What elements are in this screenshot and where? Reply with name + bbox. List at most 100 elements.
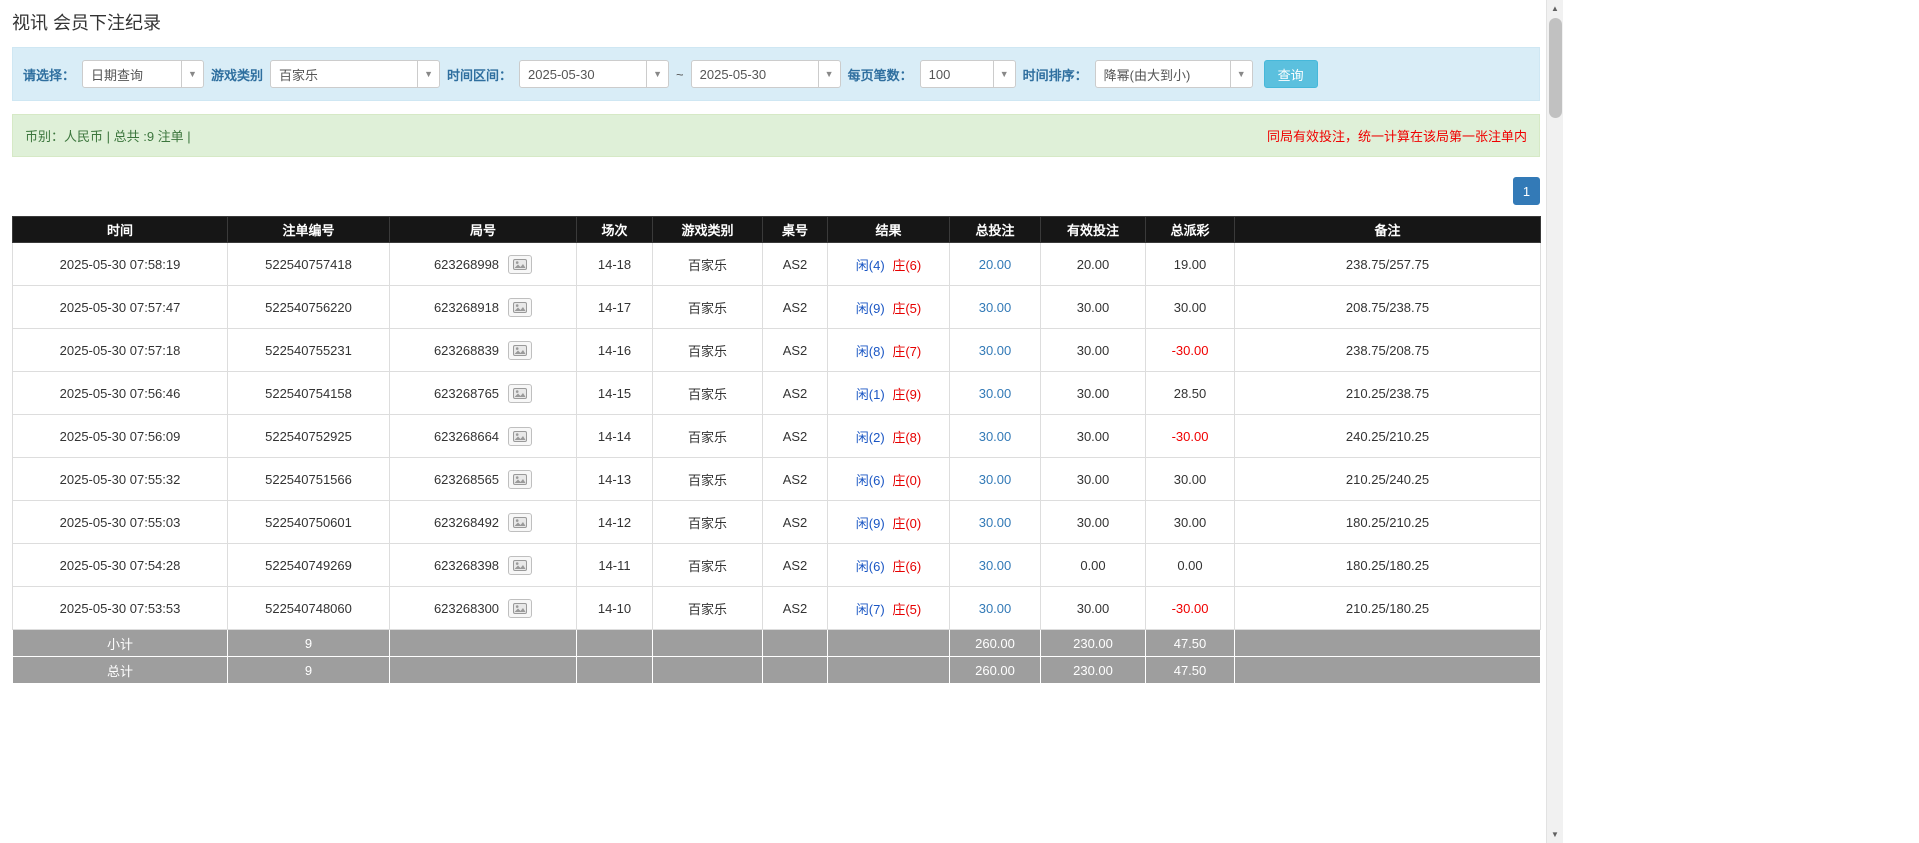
roadmap-image-icon[interactable] [508, 470, 532, 489]
cell-session: 14-17 [577, 286, 653, 329]
total-bet-link[interactable]: 30.00 [979, 515, 1012, 530]
date-to-select[interactable]: 2025-05-30 ▼ [691, 60, 841, 88]
table-row: 2025-05-30 07:57:18 522540755231 6232688… [13, 329, 1541, 372]
result-banker: 庄(5) [892, 602, 921, 617]
result-banker: 庄(7) [892, 344, 921, 359]
cell-session: 14-11 [577, 544, 653, 587]
cell-bet-id: 522540750601 [228, 501, 390, 544]
cell-valid-bet: 30.00 [1041, 501, 1146, 544]
col-bet-id: 注单编号 [228, 217, 390, 243]
roadmap-image-icon[interactable] [508, 599, 532, 618]
scrollbar-thumb[interactable] [1549, 18, 1562, 118]
roadmap-image-icon[interactable] [508, 384, 532, 403]
page-size-select[interactable]: 100 ▼ [920, 60, 1016, 88]
cell-remark: 180.25/210.25 [1235, 501, 1541, 544]
cell-table-no: AS2 [763, 372, 828, 415]
cell-round-id: 623268398 [390, 544, 577, 587]
roadmap-image-icon[interactable] [508, 341, 532, 360]
cell-valid-bet: 30.00 [1041, 458, 1146, 501]
total-bet-link[interactable]: 30.00 [979, 558, 1012, 573]
chevron-down-icon: ▼ [181, 61, 203, 87]
cell-remark: 210.25/240.25 [1235, 458, 1541, 501]
total-bet-link[interactable]: 30.00 [979, 429, 1012, 444]
cell-total-bet: 30.00 [950, 286, 1041, 329]
game-type-value: 百家乐 [271, 65, 417, 84]
round-id-text: 623268398 [434, 558, 499, 573]
roadmap-image-icon[interactable] [508, 556, 532, 575]
query-type-select[interactable]: 日期查询 ▼ [82, 60, 204, 88]
col-game-type: 游戏类别 [653, 217, 763, 243]
roadmap-image-icon[interactable] [508, 513, 532, 532]
time-sort-select[interactable]: 降幂(由大到小) ▼ [1095, 60, 1253, 88]
cell-valid-bet: 30.00 [1041, 372, 1146, 415]
cell-game-type: 百家乐 [653, 243, 763, 286]
cell-payout: 0.00 [1146, 544, 1235, 587]
page-size-label: 每页笔数： [848, 65, 913, 84]
cell-table-no: AS2 [763, 544, 828, 587]
col-time: 时间 [13, 217, 228, 243]
page-size-value: 100 [921, 67, 993, 82]
page-title: 视讯 会员下注纪录 [12, 0, 1540, 35]
cell-session: 14-13 [577, 458, 653, 501]
cell-session: 14-15 [577, 372, 653, 415]
cell-time: 2025-05-30 07:55:32 [13, 458, 228, 501]
cell-result: 闲(7) 庄(5) [828, 587, 950, 630]
total-bet-link[interactable]: 30.00 [979, 472, 1012, 487]
cell-payout: 30.00 [1146, 458, 1235, 501]
total-bet-link[interactable]: 30.00 [979, 601, 1012, 616]
round-id-text: 623268918 [434, 300, 499, 315]
col-round-id: 局号 [390, 217, 577, 243]
scroll-up-icon[interactable]: ▲ [1547, 0, 1563, 17]
cell-table-no: AS2 [763, 415, 828, 458]
total-bet-link[interactable]: 30.00 [979, 386, 1012, 401]
page-1-button[interactable]: 1 [1513, 177, 1540, 205]
roadmap-image-icon[interactable] [508, 427, 532, 446]
cell-remark: 210.25/238.75 [1235, 372, 1541, 415]
roadmap-image-icon[interactable] [508, 298, 532, 317]
cell-bet-id: 522540755231 [228, 329, 390, 372]
cell-result: 闲(9) 庄(0) [828, 501, 950, 544]
cell-bet-id: 522540757418 [228, 243, 390, 286]
search-button[interactable]: 查询 [1264, 60, 1318, 88]
cell-game-type: 百家乐 [653, 458, 763, 501]
scroll-down-icon[interactable]: ▼ [1547, 826, 1563, 843]
cell-payout: -30.00 [1146, 329, 1235, 372]
total-label: 总计 [13, 657, 228, 684]
round-id-text: 623268565 [434, 472, 499, 487]
cell-session: 14-10 [577, 587, 653, 630]
date-from-select[interactable]: 2025-05-30 ▼ [519, 60, 669, 88]
cell-payout: -30.00 [1146, 415, 1235, 458]
table-footer: 小计 9 260.00 230.00 47.50 总计 9 260.00 230… [13, 630, 1541, 684]
cell-total-bet: 30.00 [950, 501, 1041, 544]
table-row: 2025-05-30 07:55:32 522540751566 6232685… [13, 458, 1541, 501]
total-bet-link[interactable]: 20.00 [979, 257, 1012, 272]
vertical-scrollbar[interactable]: ▲ ▼ [1546, 0, 1563, 843]
total-bet-link[interactable]: 30.00 [979, 300, 1012, 315]
table-row: 2025-05-30 07:56:46 522540754158 6232687… [13, 372, 1541, 415]
cell-remark: 238.75/257.75 [1235, 243, 1541, 286]
total-bet-link[interactable]: 30.00 [979, 343, 1012, 358]
cell-total-bet: 30.00 [950, 372, 1041, 415]
cell-valid-bet: 30.00 [1041, 286, 1146, 329]
cell-game-type: 百家乐 [653, 415, 763, 458]
cell-round-id: 623268664 [390, 415, 577, 458]
col-table-no: 桌号 [763, 217, 828, 243]
col-total-bet: 总投注 [950, 217, 1041, 243]
date-to-value: 2025-05-30 [692, 67, 818, 82]
roadmap-image-icon[interactable] [508, 255, 532, 274]
cell-payout: 28.50 [1146, 372, 1235, 415]
cell-bet-id: 522540756220 [228, 286, 390, 329]
chevron-down-icon: ▼ [993, 61, 1015, 87]
game-type-select[interactable]: 百家乐 ▼ [270, 60, 440, 88]
cell-round-id: 623268918 [390, 286, 577, 329]
cell-remark: 240.25/210.25 [1235, 415, 1541, 458]
cell-round-id: 623268765 [390, 372, 577, 415]
result-player: 闲(4) [856, 258, 885, 273]
cell-time: 2025-05-30 07:55:03 [13, 501, 228, 544]
cell-game-type: 百家乐 [653, 587, 763, 630]
chevron-down-icon: ▼ [417, 61, 439, 87]
cell-result: 闲(4) 庄(6) [828, 243, 950, 286]
total-valid-bet: 230.00 [1041, 657, 1146, 684]
cell-valid-bet: 0.00 [1041, 544, 1146, 587]
cell-remark: 210.25/180.25 [1235, 587, 1541, 630]
